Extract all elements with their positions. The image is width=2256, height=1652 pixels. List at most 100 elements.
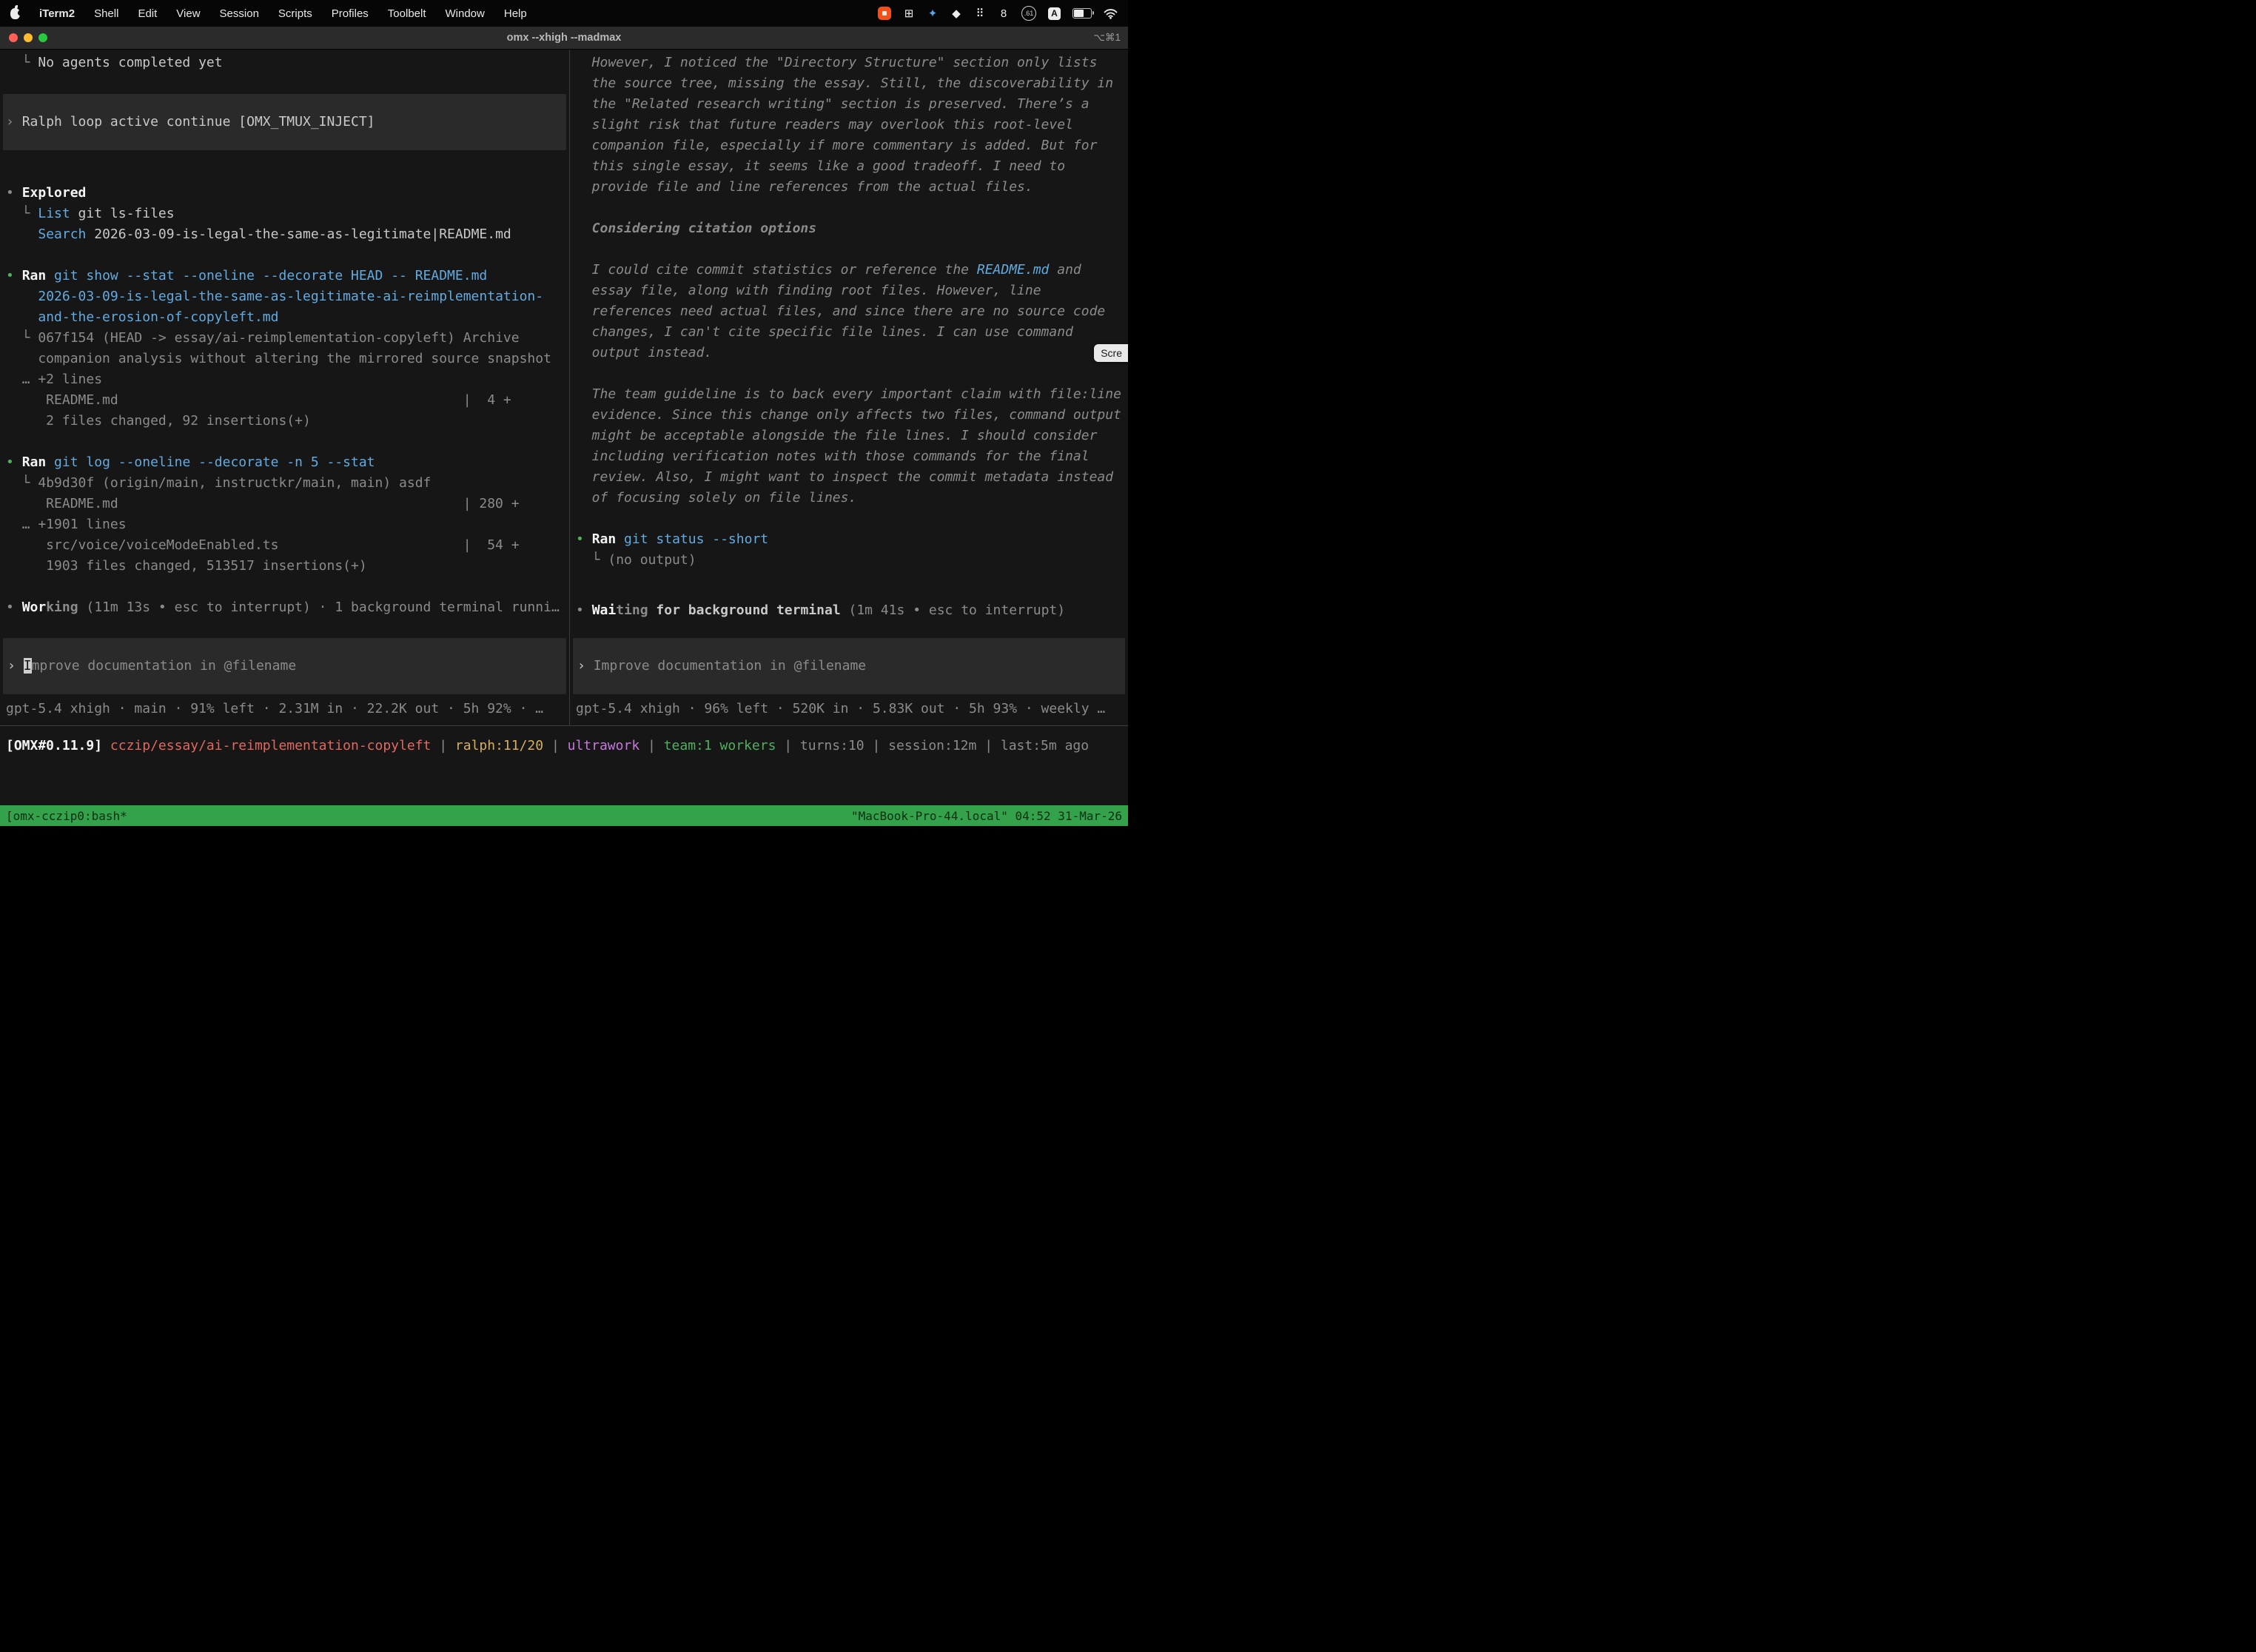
left-pane-output: └ No agents completed yet› Ralph loop ac…	[0, 50, 569, 618]
minimize-button[interactable]	[24, 33, 33, 42]
terminal-line: Considering citation options	[576, 218, 1128, 239]
model-status: gpt-5.4 xhigh · main · 91% left · 2.31M …	[6, 699, 563, 719]
input-source-icon[interactable]: A	[1048, 7, 1061, 20]
menu-item-shell[interactable]: Shell	[94, 7, 118, 20]
blank-line	[576, 363, 1128, 384]
text-segment: The team guideline is to back every impo…	[576, 386, 1121, 402]
menu-item-help[interactable]: Help	[504, 7, 527, 20]
text-segment: gpt-5.4 xhigh · 96% left · 520K in · 5.8…	[576, 701, 1105, 716]
menu-item-profiles[interactable]: Profiles	[332, 7, 369, 20]
close-button[interactable]	[9, 33, 18, 42]
screen-share-tab[interactable]: Scre	[1094, 344, 1128, 362]
text-segment: the "Related research writing" section i…	[576, 96, 1090, 112]
blank-line	[576, 198, 1128, 218]
blank-line	[576, 508, 1128, 529]
window-title: omx --xhigh --madmax	[507, 32, 622, 44]
terminal-line: provide file and line references from th…	[576, 177, 1128, 198]
text-segment: git ls-files	[70, 206, 175, 221]
window-grid-icon[interactable]: ⊞	[903, 7, 915, 20]
terminal-line: this single essay, it seems like a good …	[576, 156, 1128, 177]
terminal-line: └ 4b9d30f (origin/main, instructkr/main,…	[6, 473, 569, 494]
text-segment: session:12m	[888, 738, 976, 753]
swirl-icon[interactable]: ✦	[927, 7, 939, 20]
prompt-line: › Improve documentation in @filename	[577, 656, 866, 676]
text-segment: •	[576, 531, 592, 547]
window-title-bar[interactable]: omx --xhigh --madmax ⌥⌘1	[0, 27, 1128, 50]
terminal-line: and-the-erosion-of-copyleft.md	[6, 307, 569, 328]
menu-item-scripts[interactable]: Scripts	[278, 7, 312, 20]
omx-status-line: [OMX#0.11.9] cczip/essay/ai-reimplementa…	[6, 736, 1089, 756]
text-segment: Ran	[592, 531, 624, 547]
text-segment: mprove documentation in @filename	[32, 658, 297, 674]
text-segment: Ran	[22, 454, 54, 470]
text-segment: |	[639, 738, 664, 753]
text-segment: Ran	[22, 268, 54, 283]
text-segment: Search	[38, 226, 86, 242]
text-segment: companion file, especially if more comme…	[576, 138, 1097, 153]
terminal-line: including verification notes with those …	[576, 446, 1128, 467]
traffic-lights	[9, 33, 47, 42]
menu-item-edit[interactable]: Edit	[138, 7, 157, 20]
terminal-line: review. Also, I might want to inspect th…	[576, 467, 1128, 488]
text-segment: List	[38, 206, 70, 221]
terminal-line: companion analysis without altering the …	[6, 349, 569, 369]
wifi-icon[interactable]	[1104, 8, 1118, 19]
terminal-area: └ No agents completed yet› Ralph loop ac…	[0, 50, 1128, 725]
terminal-line: 2 files changed, 92 insertions(+)	[6, 411, 569, 432]
terminal-line: essay file, along with finding root file…	[576, 281, 1128, 301]
text-segment: 067f154 (HEAD -> essay/ai-reimplementati…	[38, 330, 519, 346]
text-segment: slight risk that future readers may over…	[576, 117, 1073, 132]
counter-icon[interactable]: 8	[998, 7, 1010, 20]
screen: iTerm2 Shell Edit View Session Scripts P…	[0, 0, 1128, 826]
text-segment: Wai	[592, 602, 617, 618]
terminal-line: • Waiting for background terminal (1m 41…	[576, 600, 1128, 621]
text-segment: Ralph loop active continue [OMX_TMUX_INJ…	[22, 112, 375, 132]
terminal-line: • Ran git log --oneline --decorate -n 5 …	[6, 452, 569, 473]
menu-item-toolbelt[interactable]: Toolbelt	[388, 7, 426, 20]
text-segment: 2026-03-09-is-legal-the-same-as-legitima…	[86, 226, 511, 242]
menu-bar-status-icons: ⊞ ✦ ◆ ⠿ 8 .61 A	[878, 6, 1118, 21]
text-segment: Considering citation options	[576, 221, 816, 236]
left-terminal-pane[interactable]: └ No agents completed yet› Ralph loop ac…	[0, 50, 569, 725]
left-prompt-input[interactable]: › Improve documentation in @filename	[3, 638, 566, 694]
text-segment: [OMX#0.11.9]	[6, 738, 110, 753]
terminal-line: … +2 lines	[6, 369, 569, 390]
text-segment: I	[24, 658, 32, 674]
menu-item-session[interactable]: Session	[220, 7, 259, 20]
text-segment: team:1 workers	[664, 738, 776, 753]
text-segment: 4b9d30f (origin/main, instructkr/main, m…	[38, 475, 431, 491]
right-terminal-pane[interactable]: However, I noticed the "Directory Struct…	[569, 50, 1128, 725]
text-segment: |	[431, 738, 455, 753]
screen-recording-indicator[interactable]	[878, 7, 891, 20]
right-prompt-input[interactable]: › Improve documentation in @filename	[573, 638, 1125, 694]
tmux-session-label: [omx-cczip0:bash*	[6, 809, 127, 823]
terminal-line: the "Related research writing" section i…	[576, 94, 1128, 115]
zoom-button[interactable]	[38, 33, 47, 42]
text-segment	[6, 289, 38, 304]
menu-item-window[interactable]: Window	[446, 7, 485, 20]
blank-line	[6, 73, 569, 94]
battery-icon[interactable]	[1072, 8, 1092, 19]
apple-menu-icon[interactable]	[10, 8, 20, 19]
text-segment: this single essay, it seems like a good …	[576, 158, 1065, 174]
right-pane-spacer	[570, 621, 1128, 638]
dots-grid-icon[interactable]: ⠿	[974, 7, 986, 20]
menu-bar-menus: iTerm2 Shell Edit View Session Scripts P…	[10, 7, 527, 20]
model-status: gpt-5.4 xhigh · 96% left · 520K in · 5.8…	[576, 699, 1122, 719]
terminal-line: README.md | 4 +	[6, 390, 569, 411]
text-segment: ting	[616, 602, 648, 618]
text-segment: However, I noticed the "Directory Struct…	[576, 55, 1097, 70]
battery-percent-icon[interactable]: .61	[1021, 6, 1036, 21]
terminal-line: └ 067f154 (HEAD -> essay/ai-reimplementa…	[6, 328, 569, 349]
text-segment: •	[6, 454, 22, 470]
blank-line	[576, 239, 1128, 260]
text-segment: ralph:11/20	[455, 738, 543, 753]
menu-item-iterm2[interactable]: iTerm2	[39, 7, 75, 20]
menu-item-view[interactable]: View	[176, 7, 200, 20]
text-segment: ultrawork	[568, 738, 640, 753]
text-segment: the source tree, missing the essay. Stil…	[576, 75, 1113, 91]
terminal-line: src/voice/voiceModeEnabled.ts | 54 +	[6, 535, 569, 556]
shield-icon[interactable]: ◆	[950, 7, 962, 20]
terminal-line: Search 2026-03-09-is-legal-the-same-as-l…	[6, 224, 569, 245]
text-segment: (no output)	[608, 552, 696, 568]
